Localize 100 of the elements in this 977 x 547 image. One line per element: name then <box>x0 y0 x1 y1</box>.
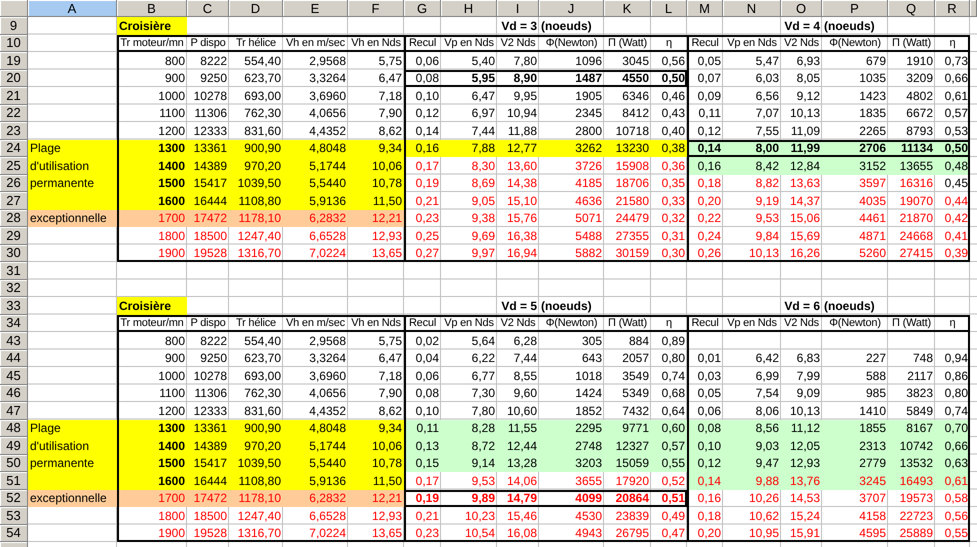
table-cell-text: 2117 <box>906 368 934 384</box>
row-header[interactable]: 21 <box>0 87 28 104</box>
column-header[interactable]: E <box>283 0 348 17</box>
column-header[interactable]: P <box>822 0 888 17</box>
table-cell: 7,88 <box>441 140 497 157</box>
table-cell-text: 8,82 <box>754 175 780 192</box>
table-cell-text: 23839 <box>614 508 650 524</box>
row-header[interactable]: 54 <box>0 524 28 542</box>
column-header[interactable]: O <box>781 0 822 17</box>
table-cell: 1700 <box>117 210 187 227</box>
row-header[interactable]: 34 <box>0 314 28 332</box>
table-cell: 0,55 <box>935 524 970 542</box>
table-cell-text: 10,26 <box>748 490 780 507</box>
column-header[interactable] <box>970 0 977 17</box>
table-cell-text: 1905 <box>574 88 603 104</box>
table-cell: 9,34 <box>348 420 404 437</box>
column-header[interactable]: G <box>404 0 441 17</box>
table-cell-text: 9,12 <box>796 88 821 104</box>
table-cell: 1300 <box>117 420 187 437</box>
table-cell: 0,61 <box>935 472 970 490</box>
row-header[interactable]: 50 <box>0 454 28 472</box>
table-cell: 1108,80 <box>229 192 283 210</box>
table-cell: Vh en Nds <box>348 34 404 52</box>
row-header[interactable]: 52 <box>0 490 28 507</box>
table-cell: 5,95 <box>441 70 497 87</box>
column-header[interactable]: L <box>651 0 687 17</box>
row-header[interactable]: 19 <box>0 52 28 70</box>
table-cell: 1100 <box>117 104 187 122</box>
table-cell: η <box>651 314 687 332</box>
column-header[interactable]: M <box>687 0 723 17</box>
table-cell: 0,26 <box>687 244 723 262</box>
table-cell-text: 4871 <box>858 228 887 244</box>
table-cell: 19528 <box>187 244 229 262</box>
column-header[interactable]: R <box>935 0 970 17</box>
column-header[interactable]: H <box>441 0 497 17</box>
row-header[interactable]: 47 <box>0 402 28 420</box>
table-cell: 0,56 <box>935 507 970 524</box>
table-cell-text: 8,62 <box>378 122 403 140</box>
row-header[interactable]: 53 <box>0 507 28 524</box>
table-cell: Φ(Newton) <box>539 314 604 332</box>
table-cell-text: 6,97 <box>470 105 496 122</box>
table-cell-text: 10,94 <box>506 105 538 122</box>
row-header[interactable]: 45 <box>0 367 28 384</box>
row-header[interactable]: 29 <box>0 227 28 244</box>
column-header[interactable]: N <box>723 0 781 17</box>
column-header[interactable]: K <box>604 0 651 17</box>
row-header[interactable]: 24 <box>0 140 28 157</box>
column-header[interactable]: A <box>28 0 117 17</box>
table-cell: Vh en Nds <box>348 314 404 332</box>
column-header[interactable]: D <box>229 0 283 17</box>
table-cell: Vh en m/sec <box>283 34 348 52</box>
table-cell-text: Vd = 4 <box>783 18 821 34</box>
table-cell-text: 7,90 <box>378 385 403 402</box>
table-cell-text: 10,62 <box>748 508 780 524</box>
table-cell-text: 7,44 <box>470 122 496 140</box>
row-header[interactable]: 23 <box>0 122 28 140</box>
column-header[interactable]: J <box>539 0 604 17</box>
table-cell-text: 8,30 <box>470 158 496 174</box>
table-cell: 15059 <box>604 454 651 472</box>
row-header[interactable]: 27 <box>0 192 28 210</box>
column-header[interactable]: B <box>117 0 187 17</box>
table-cell: 0,63 <box>935 454 970 472</box>
row-header[interactable]: 48 <box>0 420 28 437</box>
row-header[interactable]: 33 <box>0 297 28 314</box>
row-header[interactable]: 31 <box>0 262 28 280</box>
row-header[interactable]: 43 <box>0 332 28 350</box>
table-cell: 0,15 <box>404 454 441 472</box>
row-header[interactable]: 51 <box>0 472 28 490</box>
table-cell-text: 24668 <box>898 228 934 244</box>
select-all-corner[interactable] <box>0 0 28 17</box>
table-cell: 0,47 <box>651 524 687 542</box>
table-cell: 4,8048 <box>283 140 348 157</box>
table-cell: 13,65 <box>348 524 404 542</box>
table-cell-text: 11306 <box>194 385 228 402</box>
row-header[interactable]: 30 <box>0 244 28 262</box>
table-cell: 0,60 <box>651 420 687 437</box>
table-cell: 12327 <box>604 437 651 454</box>
row-header[interactable]: 49 <box>0 437 28 454</box>
table-cell: Vp en Nds <box>723 34 781 52</box>
table-cell-text: 16,38 <box>506 228 538 244</box>
row-header[interactable]: 46 <box>0 384 28 402</box>
table-cell-text: 7,18 <box>378 88 403 104</box>
row-header[interactable]: 25 <box>0 157 28 174</box>
row-header[interactable]: 20 <box>0 70 28 87</box>
column-header[interactable]: Q <box>888 0 935 17</box>
table-cell: Tr hélice <box>229 314 283 332</box>
table-cell: d'utilisation <box>28 437 117 454</box>
table-cell: 900,90 <box>229 140 283 157</box>
row-header[interactable]: 44 <box>0 350 28 367</box>
column-header[interactable]: I <box>497 0 539 17</box>
row-header[interactable]: 22 <box>0 104 28 122</box>
row-header[interactable]: 26 <box>0 174 28 192</box>
row-header[interactable]: 28 <box>0 210 28 227</box>
column-header[interactable]: F <box>348 0 404 17</box>
table-cell: 12,44 <box>497 437 539 454</box>
column-header[interactable]: C <box>187 0 229 17</box>
table-cell: 0,70 <box>935 420 970 437</box>
row-header[interactable]: 9 <box>0 17 28 34</box>
row-header[interactable]: 10 <box>0 34 28 52</box>
row-header[interactable]: 32 <box>0 280 28 297</box>
